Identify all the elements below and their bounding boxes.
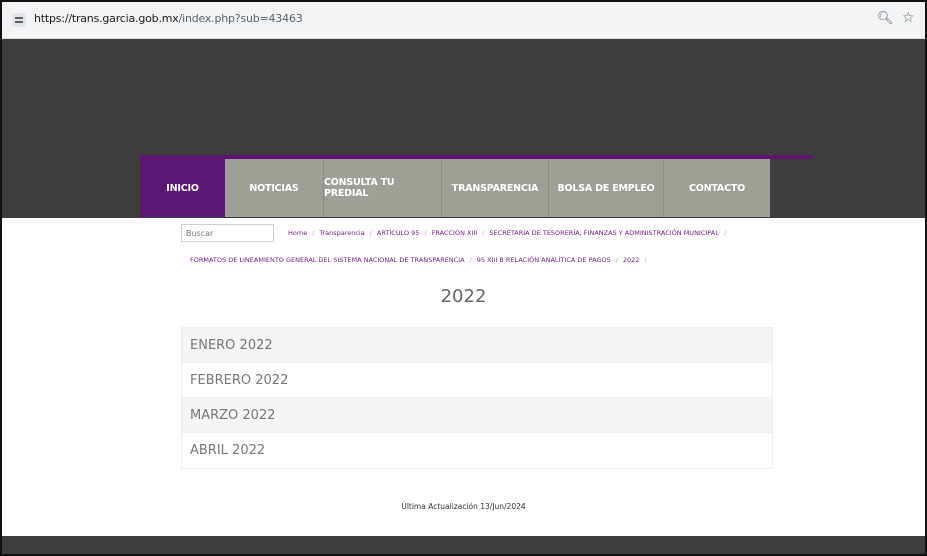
site-footer (2, 536, 925, 554)
month-item-enero[interactable]: ENERO 2022 (182, 328, 772, 363)
url-host: https://trans.garcia.gob.mx (34, 12, 179, 25)
site-info-icon[interactable] (12, 13, 26, 27)
breadcrumb-line-2: FORMATOS DE LINEAMIENTO GENERAL DEL SIST… (190, 256, 647, 264)
month-item-marzo[interactable]: MARZO 2022 (182, 398, 772, 433)
main-content: Home/Transparencia/ARTÍCULO 95/FRACCIÓN … (2, 218, 925, 536)
nav-item-consulta-predial[interactable]: CONSULTA TU PREDIAL (324, 159, 442, 217)
url-path: /index.php?sub=43463 (178, 12, 303, 25)
browser-window: https://trans.garcia.gob.mx/index.php?su… (0, 0, 927, 556)
zoom-icon[interactable]: 🔍︎ (877, 11, 894, 26)
main-nav: INICIO NOTICIAS CONSULTA TU PREDIAL TRAN… (140, 159, 770, 217)
breadcrumb-fraccion[interactable]: FRACCIÓN XIII (432, 229, 478, 237)
nav-item-transparencia[interactable]: TRANSPARENCIA (442, 159, 549, 217)
breadcrumb: Home / Transparencia / ARTÍCULO 95/FRACCIÓN … (288, 229, 727, 237)
search-input[interactable] (181, 224, 274, 242)
month-list: ENERO 2022 FEBRERO 2022 MARZO 2022 ABRIL… (181, 327, 773, 469)
nav-item-noticias[interactable]: NOTICIAS (225, 159, 324, 217)
last-update-text: Última Actualización 13/Jun/2024 (401, 502, 526, 511)
nav-item-bolsa-empleo[interactable]: BOLSA DE EMPLEO (549, 159, 664, 217)
breadcrumb-transparencia[interactable]: Transparencia (319, 229, 364, 237)
month-item-abril[interactable]: ABRIL 2022 (182, 433, 772, 468)
page-title: 2022 (440, 286, 487, 307)
address-bar: https://trans.garcia.gob.mx/index.php?su… (2, 2, 925, 39)
nav-item-contacto[interactable]: CONTACTO (664, 159, 770, 217)
nav-item-inicio[interactable]: INICIO (140, 159, 225, 217)
breadcrumb-secretaria[interactable]: SECRETARÍA DE TESORERÍA, FINANZAS Y ADMI… (489, 229, 718, 237)
breadcrumb-home[interactable]: Home (288, 229, 307, 237)
star-icon[interactable]: ☆ (902, 10, 915, 26)
breadcrumb-articulo[interactable]: ARTÍCULO 95 (377, 229, 420, 237)
url-field[interactable]: https://trans.garcia.gob.mx/index.php?su… (34, 12, 303, 25)
breadcrumb-year[interactable]: 2022 (623, 256, 640, 264)
month-item-febrero[interactable]: FEBRERO 2022 (182, 363, 772, 398)
breadcrumb-relacion-pagos[interactable]: 95 XIII B RELACIÓN ANALÍTICA DE PAGOS (477, 256, 611, 264)
breadcrumb-formatos[interactable]: FORMATOS DE LINEAMIENTO GENERAL DEL SIST… (190, 256, 465, 264)
